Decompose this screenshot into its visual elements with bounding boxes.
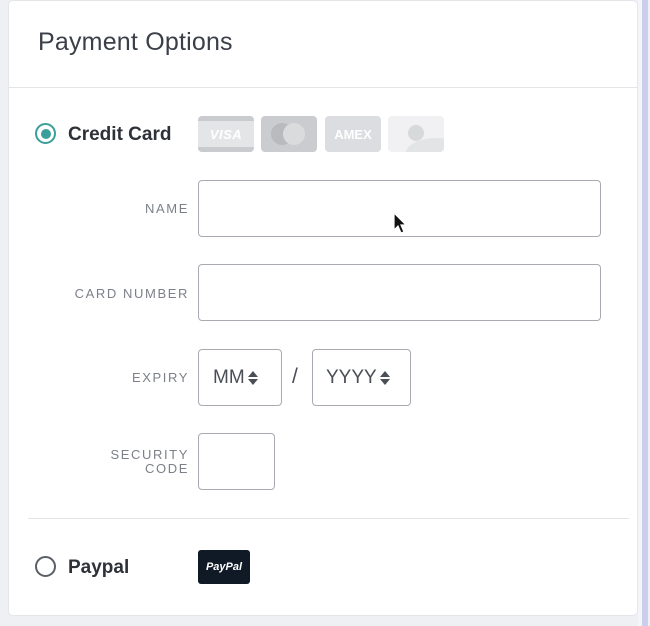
expiry-month-select[interactable]: MM bbox=[198, 349, 282, 406]
expiry-label: EXPIRY bbox=[131, 370, 189, 385]
paypal-logo: PayPal bbox=[198, 550, 250, 584]
card-number-label: CARD NUMBER bbox=[74, 286, 189, 301]
page-title: Payment Options bbox=[38, 28, 233, 56]
visa-logo: VISA bbox=[198, 116, 254, 152]
section-divider bbox=[28, 518, 629, 519]
mouse-cursor-icon bbox=[393, 212, 408, 234]
expiry-year-value: YYYY bbox=[326, 366, 377, 388]
credit-card-radio[interactable] bbox=[35, 123, 56, 144]
expiry-month-value: MM bbox=[213, 366, 245, 388]
sort-arrows-icon bbox=[379, 370, 390, 385]
paypal-label[interactable]: Paypal bbox=[68, 557, 129, 579]
card-header: Payment Options bbox=[9, 1, 637, 88]
credit-card-label[interactable]: Credit Card bbox=[68, 124, 171, 146]
name-label: NAME bbox=[145, 201, 189, 216]
window-edge bbox=[638, 0, 650, 626]
security-code-label: SECURITY CODE bbox=[110, 447, 189, 476]
mastercard-logo bbox=[261, 116, 317, 152]
security-code-input[interactable] bbox=[198, 433, 275, 490]
expiry-year-select[interactable]: YYYY bbox=[312, 349, 411, 406]
sort-arrows-icon bbox=[247, 370, 258, 385]
card-number-input[interactable] bbox=[198, 264, 601, 321]
expiry-separator: / bbox=[292, 365, 298, 388]
amex-logo: AMEX bbox=[325, 116, 381, 152]
paypal-radio[interactable] bbox=[35, 556, 56, 577]
discover-logo bbox=[388, 116, 444, 152]
